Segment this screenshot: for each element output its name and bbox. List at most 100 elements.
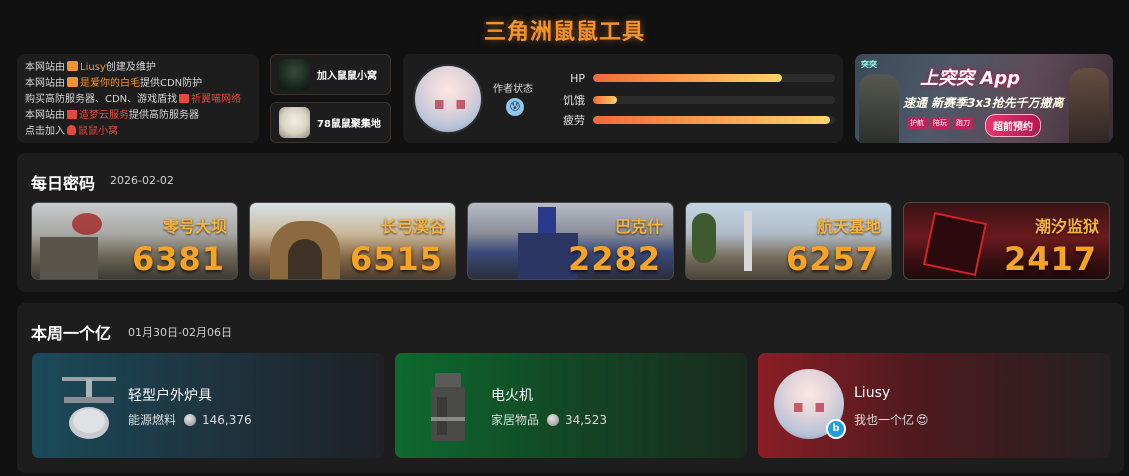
daily-date: 2026-02-02 — [110, 174, 174, 187]
ad-tag: 陪玩 — [930, 117, 950, 129]
ad-title: 上突突 App — [920, 68, 1020, 89]
weekly-date-range: 01月30日-02月06日 — [128, 326, 232, 339]
info-line-purchase: 购买高防服务器、CDN、游戏盾找 祈翼喵网络 — [25, 92, 251, 108]
user-card[interactable]: b Liusy 我也一个亿 😍 — [758, 353, 1110, 458]
smiling-face-icon: 😍 — [916, 412, 929, 427]
item-meta: 家居物品 34,523 — [491, 411, 607, 428]
join-group-button-2[interactable]: 78鼠鼠聚集地 — [270, 102, 391, 143]
hp-bar-row: HP — [553, 70, 835, 86]
hunger-bar-row: 饥饿 — [553, 92, 835, 108]
daily-section-title: 每日密码 — [31, 174, 96, 193]
coin-icon — [184, 413, 197, 426]
bar-label: 饥饿 — [563, 94, 585, 107]
user-name: Liusy — [854, 385, 891, 401]
bilibili-icon: b — [826, 419, 846, 439]
item-card-stove[interactable]: 轻型户外炉具 能源燃料 146,376 — [32, 353, 384, 458]
map-code: 2282 — [567, 240, 661, 278]
hp-bar-track — [593, 74, 835, 82]
map-name: 航天基地 — [816, 217, 881, 236]
hunger-bar-fill — [593, 96, 618, 104]
map-name: 零号大坝 — [162, 217, 227, 236]
group-avatar-icon — [279, 59, 310, 90]
ad-tag: 护航 — [907, 117, 927, 129]
coin-icon — [547, 413, 560, 426]
join-group-link[interactable]: 鼠鼠小窝 — [78, 126, 118, 137]
item-name: 轻型户外炉具 — [128, 388, 212, 404]
info-text: 本网站由 — [25, 62, 65, 73]
map-scenery — [288, 239, 322, 279]
item-price: 34,523 — [565, 412, 608, 427]
daily-password-section: 每日密码 2026-02-02 零号大坝 6381 长弓溪谷 6515 巴克什 … — [17, 153, 1124, 292]
map-card-prison[interactable]: 潮汐监狱 2417 — [903, 202, 1110, 280]
join-group-button-1[interactable]: 加入鼠鼠小窝 — [270, 54, 391, 95]
map-scenery — [72, 213, 102, 235]
item-category: 能源燃料 — [128, 413, 177, 427]
map-scenery — [40, 237, 98, 279]
fatigue-bar-row: 疲劳 — [553, 112, 835, 128]
map-code: 2417 — [1003, 240, 1097, 278]
info-text: 本网站由 — [25, 78, 65, 89]
ad-preorder-button[interactable]: 超前预约 — [985, 114, 1041, 137]
map-scenery — [692, 213, 716, 263]
ad-logo: 突突 — [861, 60, 877, 69]
lighter-icon — [431, 373, 465, 441]
map-card-spacebase[interactable]: 航天基地 6257 — [685, 202, 892, 280]
bilibili-icon — [67, 61, 78, 71]
zaomeng-cloud-link[interactable]: 造梦云服务 — [79, 110, 129, 121]
server-icon — [67, 110, 77, 119]
bar-label: HP — [570, 71, 585, 85]
map-card-valley[interactable]: 长弓溪谷 6515 — [249, 202, 456, 280]
info-line-creator: 本网站由 Liusy创建及维护 — [25, 60, 251, 76]
item-price: 146,376 — [202, 412, 252, 427]
map-scenery — [744, 211, 752, 271]
qiyi-network-link[interactable]: 祈翼喵网络 — [191, 94, 241, 105]
page-title: 三角洲鼠鼠工具 — [483, 20, 645, 45]
user-note-row: 我也一个亿 😍 — [854, 411, 929, 428]
fatigue-bar-fill — [593, 116, 831, 124]
ad-soldier-figure — [859, 74, 899, 143]
map-scenery — [922, 211, 988, 277]
ad-subtitle: 速通 新赛季3x3抢先千万撤离 — [903, 96, 1064, 110]
bilibili-icon — [67, 77, 78, 87]
fatigue-bar-track — [593, 116, 835, 124]
item-card-lighter[interactable]: 电火机 家居物品 34,523 — [395, 353, 747, 458]
info-text: 点击加入 — [25, 126, 65, 137]
group-label: 加入鼠鼠小窝 — [317, 71, 377, 82]
map-card-dam[interactable]: 零号大坝 6381 — [31, 202, 238, 280]
cdn-provider-link[interactable]: 是爱你的白毛 — [80, 78, 140, 89]
info-text: 创建及维护 — [105, 62, 156, 73]
item-meta: 能源燃料 146,376 — [128, 411, 252, 428]
map-name: 巴克什 — [614, 217, 663, 236]
map-code: 6515 — [349, 240, 443, 278]
info-text: 提供高防服务器 — [129, 110, 199, 121]
map-name: 长弓溪谷 — [380, 217, 445, 236]
info-text: 购买高防服务器、CDN、游戏盾找 — [25, 94, 178, 105]
creator-link[interactable]: Liusy — [80, 62, 106, 73]
group-avatar-icon — [279, 107, 310, 138]
status-emoji-icon: 😰 — [506, 98, 524, 116]
ad-soldier-figure — [1069, 68, 1109, 143]
weekly-section-title: 本周一个亿 — [31, 324, 112, 343]
item-category: 家居物品 — [491, 413, 540, 427]
hunger-bar-track — [593, 96, 835, 104]
ad-tags: 护航 陪玩 跑刀 — [907, 117, 973, 129]
info-text: 提供CDN防护 — [140, 78, 203, 89]
weekly-section: 本周一个亿 01月30日-02月06日 轻型户外炉具 能源燃料 146,376 … — [17, 303, 1124, 473]
author-avatar — [413, 64, 483, 134]
info-line-join: 点击加入 鼠鼠小窝 — [25, 124, 251, 140]
info-text: 本网站由 — [25, 110, 65, 121]
ad-banner[interactable]: 突突 上突突 App 速通 新赛季3x3抢先千万撤离 护航 陪玩 跑刀 超前预约 — [855, 54, 1113, 143]
author-status-label: 作者状态 — [493, 84, 533, 95]
ad-tag: 跑刀 — [953, 117, 973, 129]
hp-bar-fill — [593, 74, 782, 82]
info-line-cdn: 本网站由 是爱你的白毛提供CDN防护 — [25, 76, 251, 92]
map-card-bakshi[interactable]: 巴克什 2282 — [467, 202, 674, 280]
map-name: 潮汐监狱 — [1034, 217, 1099, 236]
server-icon — [179, 94, 190, 103]
info-line-server: 本网站由 造梦云服务提供高防服务器 — [25, 108, 251, 124]
item-name: 电火机 — [491, 388, 533, 404]
map-code: 6257 — [785, 240, 879, 278]
camping-stove-icon — [62, 377, 116, 439]
author-status-panel: 作者状态 😰 HP 饥饿 疲劳 — [403, 54, 843, 143]
user-note: 我也一个亿 — [854, 413, 915, 427]
